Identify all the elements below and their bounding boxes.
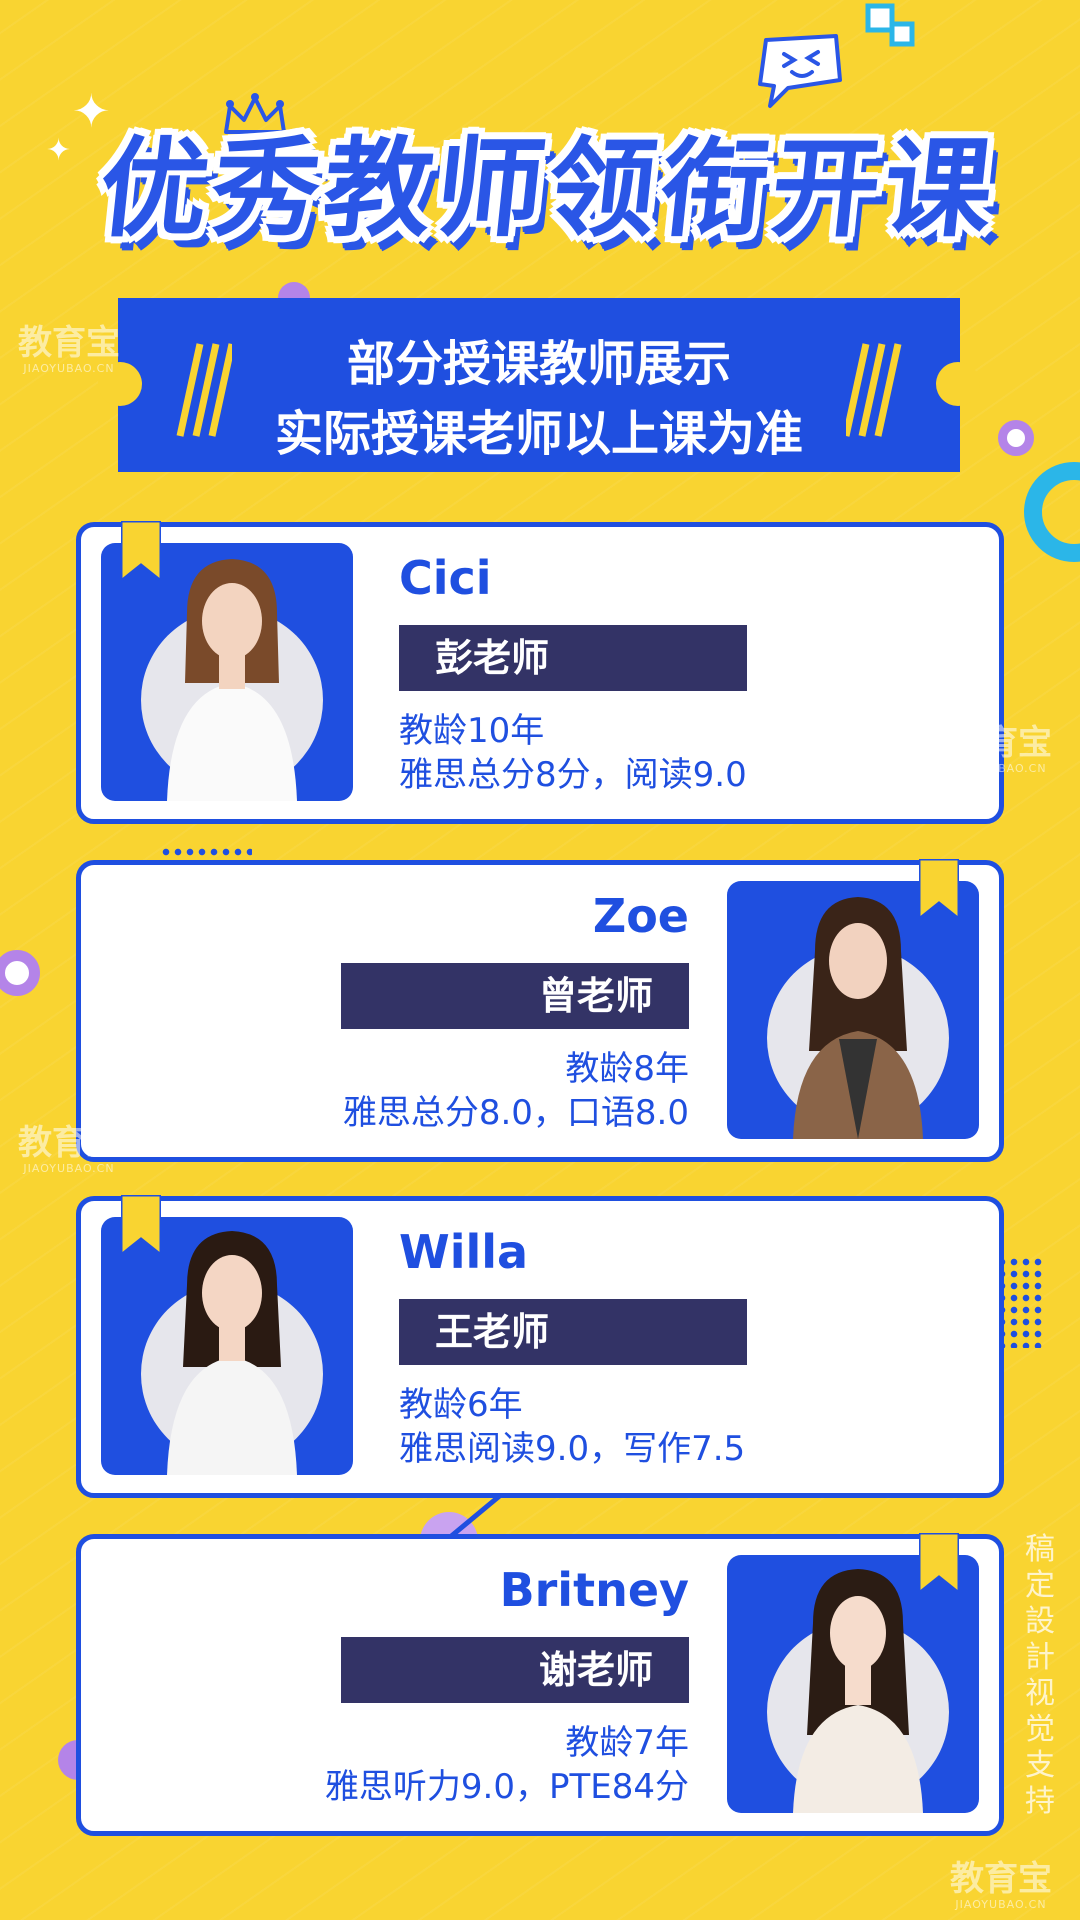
emoji-bubble-icon [758, 34, 842, 108]
bookmark-icon [919, 1533, 959, 1593]
teacher-photo [727, 1555, 979, 1813]
teacher-score: 雅思总分8分，阅读9.0 [399, 755, 747, 795]
ring-decoration [0, 950, 40, 996]
watermark-domain: JIAOYUBAO.CN [955, 1898, 1047, 1911]
watermark-brand: 教育宝 [18, 1123, 120, 1163]
teacher-card: Willa 王老师 教龄6年 雅思阅读9.0，写作7.5 [76, 1195, 1004, 1498]
teacher-title: 彭老师 [399, 625, 747, 691]
teacher-photo [727, 881, 979, 1139]
squares-icon [865, 3, 915, 47]
teacher-photo [101, 1217, 353, 1475]
watermark: 教育宝 JIAOYUBAO.CN [950, 1860, 1052, 1912]
teacher-name: Willa [399, 1225, 529, 1279]
watermark-brand: 教育宝 [18, 323, 120, 363]
teacher-title: 谢老师 [341, 1637, 689, 1703]
stripe-decoration [846, 343, 902, 437]
teacher-title: 曾老师 [341, 963, 689, 1029]
watermark: 教育宝 JIAOYUBAO.CN [18, 324, 120, 376]
headline-text: 优秀教师领衔开课 [93, 127, 1003, 252]
teacher-score: 雅思总分8.0，口语8.0 [342, 1093, 689, 1133]
watermark-domain: JIAOYUBAO.CN [23, 362, 115, 375]
teacher-photo [101, 543, 353, 801]
teacher-card: Britney 谢老师 教龄7年 雅思听力9.0，PTE84分 [76, 1533, 1004, 1836]
teacher-name: Cici [399, 551, 492, 605]
teacher-experience: 教龄7年 [565, 1723, 689, 1763]
teacher-name: Zoe [592, 889, 689, 943]
bookmark-icon [121, 1195, 161, 1255]
teacher-card: Zoe 曾老师 教龄8年 雅思总分8.0，口语8.0 [76, 859, 1004, 1162]
sparkle-icon: ✦ [46, 133, 72, 168]
watermark-domain: JIAOYUBAO.CN [955, 762, 1047, 775]
design-credit: 稿定設計视觉支持 [1025, 1532, 1055, 1819]
banner-line-1: 部分授课教师展示 [346, 336, 731, 392]
teacher-title: 王老师 [399, 1299, 747, 1365]
teacher-experience: 教龄8年 [565, 1049, 689, 1089]
ring-decoration [1024, 462, 1080, 562]
ring-decoration [998, 420, 1034, 456]
bookmark-icon [121, 521, 161, 581]
teacher-score: 雅思阅读9.0，写作7.5 [399, 1429, 746, 1469]
subtitle-banner: 部分授课教师展示 实际授课老师以上课为准 [98, 298, 980, 472]
teacher-card: Cici 彭老师 教龄10年 雅思总分8分，阅读9.0 [76, 521, 1004, 824]
watermark: 教育宝 JIAOYUBAO.CN [950, 724, 1052, 776]
watermark-brand: 教育宝 [950, 723, 1052, 763]
teacher-name: Britney [499, 1563, 689, 1617]
watermark-brand: 教育宝 [950, 1859, 1052, 1899]
watermark-domain: JIAOYUBAO.CN [23, 1162, 115, 1175]
teacher-experience: 教龄6年 [399, 1385, 523, 1425]
page-title: 优秀教师领衔开课 [88, 120, 1008, 260]
bookmark-icon [919, 859, 959, 919]
teacher-score: 雅思听力9.0，PTE84分 [324, 1767, 689, 1807]
banner-line-2: 实际授课老师以上课为准 [274, 406, 803, 462]
poster: ✦ ✦ 优秀教师领衔开课 部分授课教师展示 实际授课老师以上课为准 Cici 彭… [0, 0, 1080, 1920]
teacher-experience: 教龄10年 [399, 711, 545, 751]
watermark: 教育宝 JIAOYUBAO.CN [18, 1124, 120, 1176]
